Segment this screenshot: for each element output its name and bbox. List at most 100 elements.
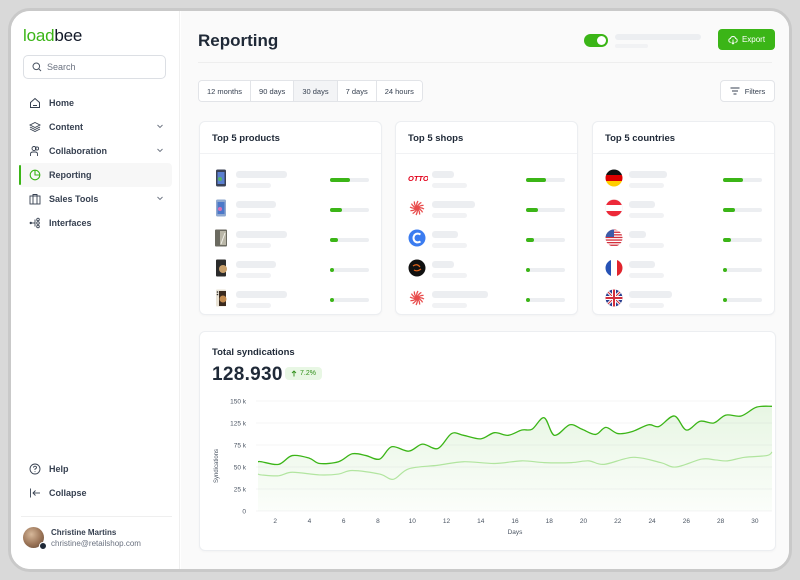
header-divider	[198, 62, 772, 63]
sidebar-item-content[interactable]: Content	[19, 115, 172, 139]
share-bar	[330, 298, 369, 302]
search-box[interactable]	[23, 55, 166, 79]
share-bar	[330, 178, 369, 182]
list-item[interactable]	[200, 283, 381, 313]
item-name-placeholder	[629, 201, 655, 208]
card-title: Top 5 shops	[408, 133, 464, 144]
briefcase-icon	[29, 194, 41, 205]
share-bar	[330, 208, 369, 212]
x-tick-label: 24	[648, 518, 656, 525]
chevron-down-icon[interactable]	[156, 194, 164, 202]
item-subtext-placeholder	[236, 243, 271, 248]
list-item[interactable]	[396, 253, 577, 283]
share-bar-fill	[330, 178, 350, 182]
list-item[interactable]	[593, 223, 774, 253]
y-tick-label: 0	[242, 509, 246, 516]
item-name-placeholder	[236, 261, 276, 268]
x-tick-label: 8	[376, 518, 380, 525]
item-name-placeholder	[432, 261, 454, 268]
filters-button[interactable]: Filters	[720, 80, 775, 102]
flag-germany-icon	[605, 169, 623, 187]
share-bar-fill	[723, 298, 727, 302]
range-12-months[interactable]: 12 months	[199, 81, 252, 101]
syndications-card: Total syndications 128.930 7.2% 0 25 k 50 …	[199, 331, 776, 551]
sidebar-item-help[interactable]: Help	[19, 457, 172, 481]
chevron-down-icon[interactable]	[156, 146, 164, 154]
item-subtext-placeholder	[432, 303, 467, 308]
list-item[interactable]	[593, 163, 774, 193]
logo-text-bee: bee	[54, 26, 83, 45]
x-axis-label: Days	[508, 529, 524, 536]
placeholder-text	[615, 34, 701, 40]
x-tick-label: 20	[580, 518, 588, 525]
sidebar-item-collapse[interactable]: Collapse	[19, 481, 172, 505]
item-subtext-placeholder	[432, 183, 467, 188]
chevron-down-icon[interactable]	[156, 122, 164, 130]
share-bar-fill	[526, 238, 534, 242]
main-content: Reporting Export 12 months 90 days 30 da…	[181, 11, 789, 569]
x-tick-label: 12	[443, 518, 451, 525]
share-bar	[330, 238, 369, 242]
black-orange-logo-icon	[408, 259, 426, 277]
share-bar	[723, 298, 762, 302]
user-email: christine@retailshop.com	[51, 538, 141, 548]
list-item[interactable]	[593, 253, 774, 283]
list-item[interactable]	[200, 253, 381, 283]
list-item[interactable]	[200, 193, 381, 223]
list-item[interactable]	[593, 193, 774, 223]
card-divider	[593, 153, 774, 154]
app-window: loadbee Home Content Collaboration	[8, 8, 792, 572]
loadbee-logo[interactable]: loadbee	[23, 26, 82, 46]
y-tick-label: 75 k	[234, 443, 247, 450]
sidebar-item-interfaces[interactable]: Interfaces	[19, 211, 172, 235]
list-item[interactable]	[200, 163, 381, 193]
export-button[interactable]: Export	[718, 29, 775, 50]
sidebar-item-home[interactable]: Home	[19, 91, 172, 115]
export-label: Export	[741, 35, 766, 44]
phone-cream-icon	[212, 289, 230, 307]
x-tick-label: 2	[273, 518, 277, 525]
list-item[interactable]	[396, 193, 577, 223]
x-tick-label: 22	[614, 518, 622, 525]
range-90-days[interactable]: 90 days	[251, 81, 295, 101]
card-divider	[200, 153, 381, 154]
list-item[interactable]: OTTO	[396, 163, 577, 193]
share-bar-fill	[526, 208, 538, 212]
item-subtext-placeholder	[236, 213, 271, 218]
sidebar-item-label: Home	[49, 98, 75, 108]
x-tick-label: 28	[717, 518, 725, 525]
item-subtext-placeholder	[629, 243, 664, 248]
range-30-days[interactable]: 30 days	[294, 81, 338, 101]
top-products-card: Top 5 products	[199, 121, 382, 315]
top-shops-card: Top 5 shops OTTO	[395, 121, 578, 315]
y-tick-label: 125 k	[230, 421, 247, 428]
user-profile[interactable]: Christine Martins christine@retailshop.c…	[23, 527, 141, 550]
share-bar	[526, 238, 565, 242]
phone-lightblue-icon	[212, 199, 230, 217]
sidebar-item-collaboration[interactable]: Collaboration	[19, 139, 172, 163]
cloud-download-icon	[728, 35, 738, 45]
top-countries-card: Top 5 countries	[592, 121, 775, 315]
range-7-days[interactable]: 7 days	[337, 81, 377, 101]
share-bar	[526, 208, 565, 212]
list-item[interactable]	[593, 283, 774, 313]
list-item[interactable]	[396, 283, 577, 313]
item-subtext-placeholder	[629, 273, 664, 278]
live-toggle[interactable]	[584, 34, 608, 47]
share-bar-fill	[330, 298, 334, 302]
users-icon	[30, 146, 40, 156]
search-input[interactable]	[47, 62, 147, 72]
item-subtext-placeholder	[236, 303, 271, 308]
flag-austria-icon	[605, 199, 623, 217]
share-bar-fill	[723, 178, 743, 182]
avatar[interactable]	[23, 527, 47, 550]
sidebar-item-reporting[interactable]: Reporting	[19, 163, 172, 187]
phone-blue-icon	[212, 169, 230, 187]
list-item[interactable]	[200, 223, 381, 253]
list-item[interactable]	[396, 223, 577, 253]
share-bar-fill	[330, 268, 334, 272]
range-24-hours[interactable]: 24 hours	[376, 81, 422, 101]
sidebar-item-sales-tools[interactable]: Sales Tools	[19, 187, 172, 211]
x-tick-label: 26	[683, 518, 691, 525]
share-bar	[330, 268, 369, 272]
